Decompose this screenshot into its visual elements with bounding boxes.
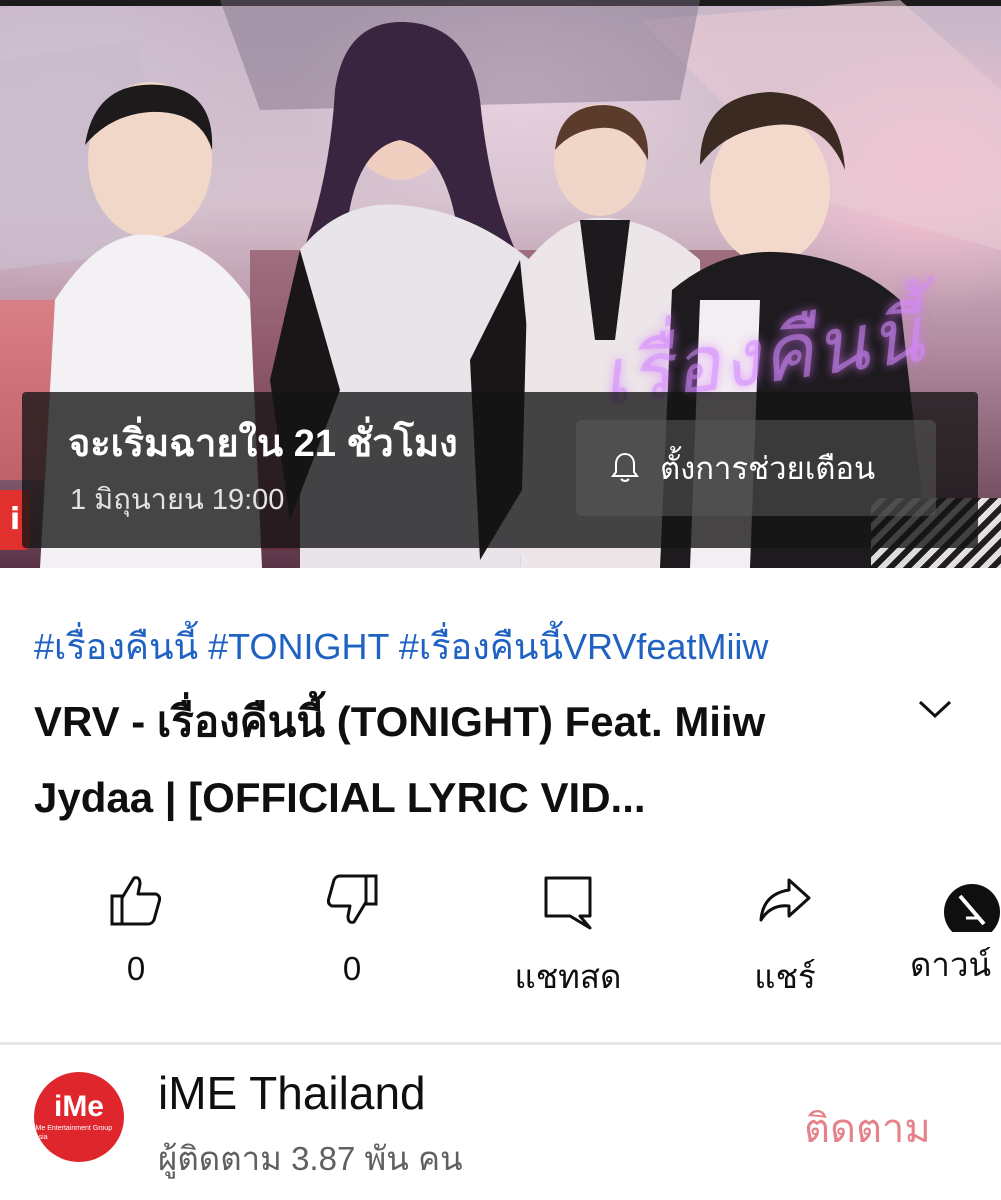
download-label: ดาวน์	[910, 946, 992, 983]
like-button[interactable]: 0	[96, 872, 176, 988]
set-reminder-label: ตั้งการช่วยเตือน	[660, 451, 876, 486]
thumbs-down-icon	[326, 874, 378, 924]
video-player[interactable]: เรื่องคืนนี้ i จะเริ่มฉายใน 21 ชั่วโมง 1…	[0, 0, 1001, 568]
thumbs-up-icon	[110, 876, 162, 926]
chevron-down-icon[interactable]	[912, 690, 958, 730]
live-chat-label: แชทสด	[514, 958, 622, 995]
download-off-icon	[944, 884, 1000, 932]
share-label: แชร์	[754, 958, 816, 995]
set-reminder-button[interactable]: ตั้งการช่วยเตือน	[576, 420, 936, 516]
share-icon	[759, 878, 811, 922]
video-hashtags[interactable]: #เรื่องคืนนี้ #TONIGHT #เรื่องคืนนี้VRVf…	[34, 618, 768, 675]
subscriber-count: ผู้ติดตาม 3.87 พัน คน	[158, 1140, 463, 1177]
subscribe-button[interactable]: ติดตาม	[804, 1096, 931, 1160]
dislike-count: 0	[342, 950, 362, 987]
bell-icon	[611, 452, 639, 482]
download-button[interactable]: ดาวน์	[910, 872, 1001, 991]
live-chat-button[interactable]: แชทสด	[498, 872, 638, 1003]
section-divider	[0, 1042, 1001, 1045]
share-button[interactable]: แชร์	[730, 872, 840, 1003]
premiere-overlay: จะเริ่มฉายใน 21 ชั่วโมง 1 มิถุนายน 19:00…	[22, 392, 978, 548]
premiere-countdown: จะเริ่มฉายใน 21 ชั่วโมง	[68, 423, 458, 465]
video-title[interactable]: VRV - เรื่องคืนนี้ (TONIGHT) Feat. Miiw …	[34, 684, 864, 836]
action-bar: 0 0 แชทสด แชร์ ดาวน์	[0, 872, 1001, 1012]
channel-avatar[interactable]: iMe iMe Entertainment Group Asia	[34, 1072, 124, 1162]
chat-icon	[544, 876, 592, 930]
channel-name[interactable]: iME Thailand	[158, 1066, 426, 1120]
dislike-button[interactable]: 0	[312, 872, 392, 988]
like-count: 0	[126, 950, 146, 987]
premiere-datetime: 1 มิถุนายน 19:00	[70, 484, 285, 516]
